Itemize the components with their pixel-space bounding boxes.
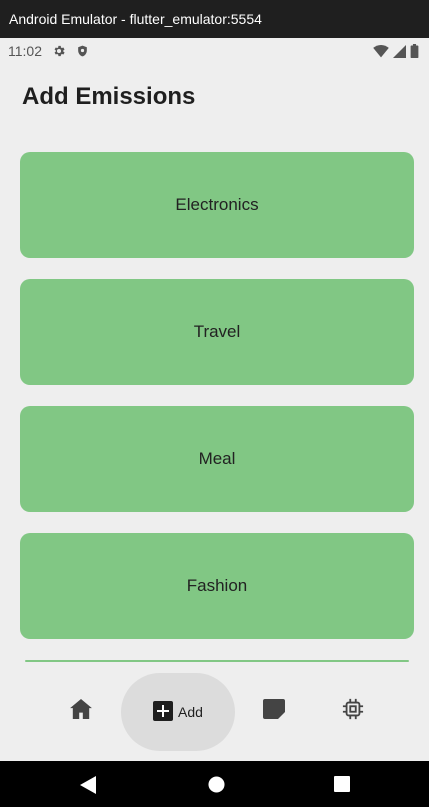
page-title: Add Emissions: [22, 83, 196, 110]
nav-chip-button[interactable]: [338, 698, 368, 725]
category-card-meal[interactable]: Meal: [20, 406, 414, 512]
category-card-electronics[interactable]: Electronics: [20, 152, 414, 258]
back-icon[interactable]: [80, 776, 98, 799]
android-system-nav: [0, 761, 429, 807]
home-icon: [70, 698, 92, 724]
chip-icon: [342, 698, 364, 725]
nav-home-button[interactable]: [66, 698, 96, 724]
status-right-icons: [373, 44, 421, 58]
status-time: 11:02: [8, 43, 42, 59]
category-list: Electronics Travel Meal Fashion: [20, 152, 414, 660]
status-left-icons: [52, 44, 89, 58]
signal-icon: [393, 44, 406, 58]
add-box-icon: [153, 700, 174, 724]
nav-add-button[interactable]: Add: [121, 673, 235, 751]
note-icon: [263, 698, 285, 724]
shield-icon: [76, 44, 89, 58]
category-card-fashion[interactable]: Fashion: [20, 533, 414, 639]
nav-add-label: Add: [178, 704, 203, 720]
window-title: Android Emulator - flutter_emulator:5554: [0, 0, 429, 38]
home-circle-icon[interactable]: [208, 776, 225, 798]
gear-icon: [52, 44, 66, 58]
bottom-navigation-bar: Add: [0, 662, 429, 761]
nav-notes-button[interactable]: [259, 698, 289, 724]
category-card-travel[interactable]: Travel: [20, 279, 414, 385]
status-bar: 11:02: [0, 38, 429, 64]
wifi-icon: [373, 44, 389, 58]
recents-icon[interactable]: [334, 776, 350, 797]
phone-screen: 11:02 Add Emissions Electronics Travel M…: [0, 38, 429, 761]
battery-icon: [410, 44, 419, 58]
